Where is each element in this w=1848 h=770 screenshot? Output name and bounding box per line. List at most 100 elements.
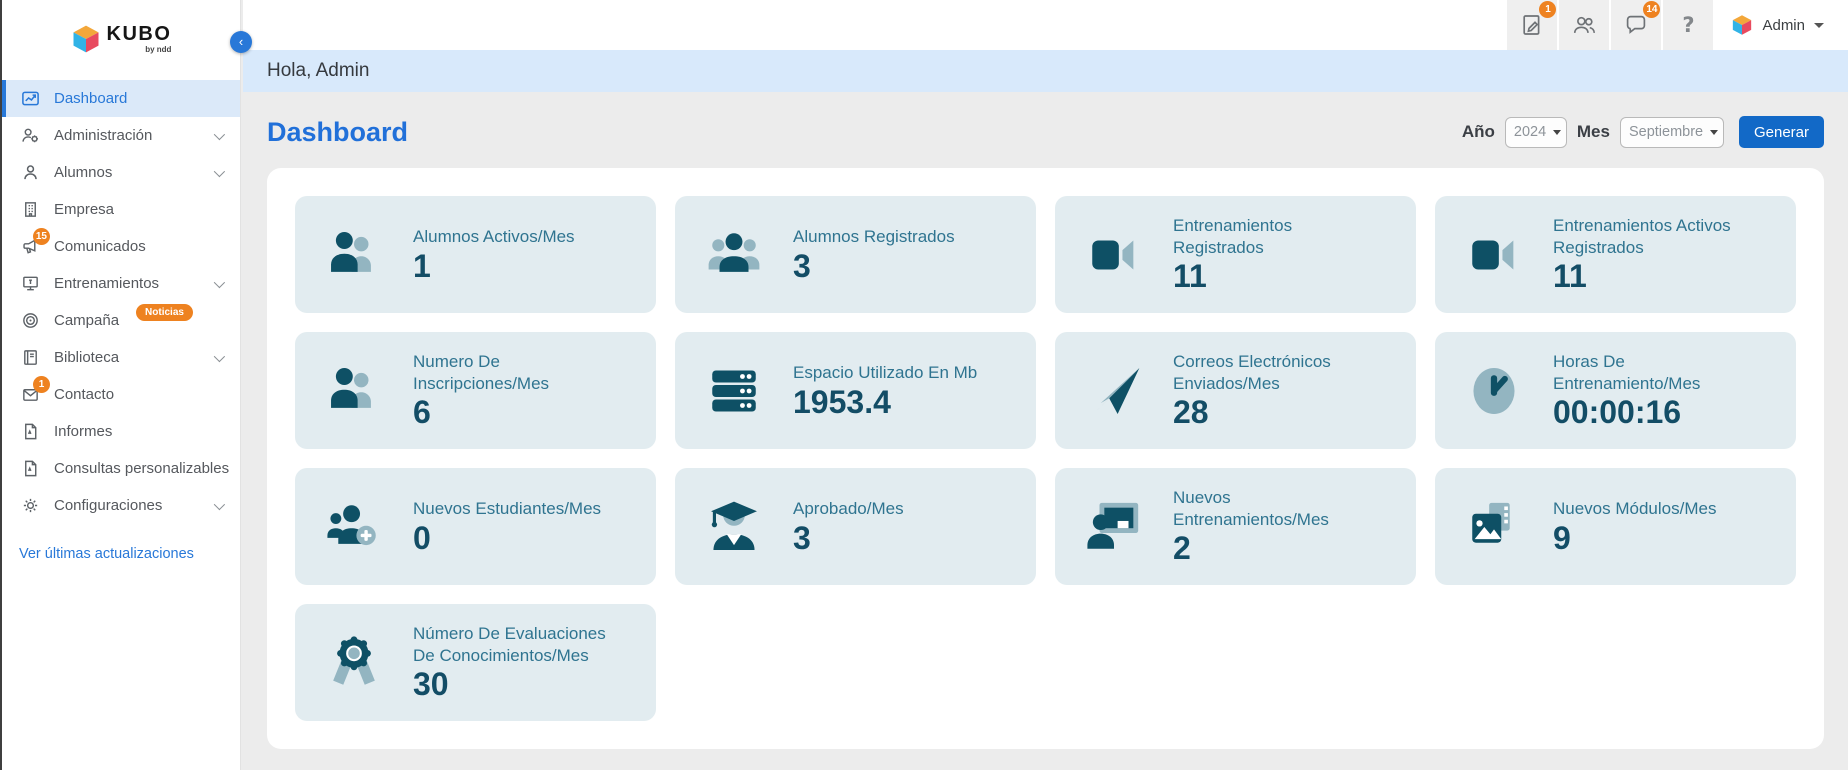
target-icon — [19, 310, 41, 332]
sidebar-item-configuraciones[interactable]: Configuraciones — [2, 487, 240, 524]
sidebar-item-entrenamientos[interactable]: Entrenamientos — [2, 265, 240, 302]
sidebar-item-biblioteca[interactable]: Biblioteca — [2, 339, 240, 376]
admin-menu[interactable]: Admin — [1713, 0, 1848, 50]
brand-name: KUBO — [107, 24, 172, 44]
chevron-down-icon — [214, 276, 225, 287]
video-camera-icon — [1055, 226, 1173, 284]
stat-card-nuevos-modulos: Nuevos Módulos/Mes 9 — [1435, 468, 1796, 585]
stat-value: 11 — [1173, 260, 1370, 294]
stat-value: 11 — [1553, 260, 1750, 294]
stat-card-aprobado: Aprobado/Mes 3 — [675, 468, 1036, 585]
year-select[interactable]: 2024 — [1505, 117, 1567, 148]
contacto-badge: 1 — [33, 376, 50, 393]
sidebar-item-alumnos[interactable]: Alumnos — [2, 154, 240, 191]
stat-value: 6 — [413, 396, 610, 430]
help-button[interactable]: ? — [1663, 0, 1713, 50]
stat-value: 2 — [1173, 532, 1370, 566]
stat-value: 30 — [413, 668, 610, 702]
sidebar-item-label: Dashboard — [54, 90, 127, 107]
updates-link[interactable]: Ver últimas actualizaciones — [19, 546, 240, 562]
stat-label: Espacio Utilizado En Mb — [793, 362, 990, 384]
sidebar-item-label: Administración — [54, 127, 152, 144]
paper-plane-icon — [1055, 362, 1173, 420]
sidebar-item-comunicados[interactable]: 15 Comunicados — [2, 228, 240, 265]
year-value: 2024 — [1514, 124, 1546, 140]
content: Dashboard Año 2024 Mes Septiembre Genera… — [243, 116, 1848, 749]
cube-logo-icon — [1731, 14, 1753, 36]
stat-card-alumnos-activos: Alumnos Activos/Mes 1 — [295, 196, 656, 313]
stat-card-nuevos-entrenamientos: Nuevos Entrenamientos/Mes 2 — [1055, 468, 1416, 585]
sidebar-item-empresa[interactable]: Empresa — [2, 191, 240, 228]
sidebar-item-label: Contacto — [54, 386, 114, 403]
messages-button[interactable]: 14 — [1611, 0, 1661, 50]
user-icon — [19, 162, 41, 184]
cube-logo-icon — [71, 24, 101, 54]
sidebar-item-label: Alumnos — [54, 164, 112, 181]
users-icon — [1572, 13, 1596, 37]
main-area: 1 14 ? Admin Hola, Admin Dashboard Año — [243, 0, 1848, 749]
graduate-icon — [675, 498, 793, 556]
sidebar-item-label: Campaña — [54, 312, 119, 329]
month-select[interactable]: Septiembre — [1620, 117, 1724, 148]
stat-label: Número De Evaluaciones De Conocimientos/… — [413, 623, 610, 667]
notes-button[interactable]: 1 — [1507, 0, 1557, 50]
sidebar-item-label: Configuraciones — [54, 497, 162, 514]
users-two-icon — [295, 226, 413, 284]
stat-card-alumnos-registrados: Alumnos Registrados 3 — [675, 196, 1036, 313]
stat-value: 1953.4 — [793, 386, 990, 420]
sidebar-item-contacto[interactable]: 1 Contacto — [2, 376, 240, 413]
stat-value: 00:00:16 — [1553, 396, 1750, 430]
stat-label: Aprobado/Mes — [793, 498, 990, 520]
stat-value: 9 — [1553, 522, 1750, 556]
month-value: Septiembre — [1629, 124, 1703, 140]
filters: Año 2024 Mes Septiembre Generar — [1462, 116, 1824, 148]
month-label: Mes — [1577, 122, 1610, 142]
video-camera-icon — [1435, 226, 1553, 284]
caret-down-icon — [1814, 23, 1824, 28]
megaphone-icon: 15 — [19, 236, 41, 258]
messages-badge: 14 — [1643, 1, 1660, 18]
sidebar-item-administracion[interactable]: Administración — [2, 117, 240, 154]
chevron-down-icon — [214, 498, 225, 509]
stat-value: 0 — [413, 522, 610, 556]
users-three-icon — [675, 226, 793, 284]
stat-label: Nuevos Módulos/Mes — [1553, 498, 1750, 520]
media-icon — [1435, 498, 1553, 556]
stats-panel: Alumnos Activos/Mes 1 Alumnos Registrado… — [267, 168, 1824, 749]
sidebar-item-campana[interactable]: Campaña Noticias — [2, 302, 240, 339]
stat-card-inscripciones: Numero De Inscripciones/Mes 6 — [295, 332, 656, 449]
brand-byline: by ndd — [145, 46, 171, 54]
year-label: Año — [1462, 122, 1495, 142]
chart-line-icon — [19, 88, 41, 110]
envelope-icon: 1 — [19, 384, 41, 406]
users-button[interactable] — [1559, 0, 1609, 50]
stat-card-entrenamientos-activos: Entrenamientos Activos Registrados 11 — [1435, 196, 1796, 313]
users-two-icon — [295, 362, 413, 420]
clock-icon — [1435, 362, 1553, 420]
stat-card-entrenamientos-registrados: Entrenamientos Registrados 11 — [1055, 196, 1416, 313]
sidebar-item-dashboard[interactable]: Dashboard — [2, 80, 240, 117]
server-icon — [675, 362, 793, 420]
sidebar-item-label: Entrenamientos — [54, 275, 159, 292]
comunicados-badge: 15 — [33, 228, 50, 245]
sidebar-item-informes[interactable]: Informes — [2, 413, 240, 450]
generate-button[interactable]: Generar — [1739, 116, 1824, 148]
stat-value: 3 — [793, 250, 990, 284]
sidebar-collapse-button[interactable]: ‹ — [230, 31, 252, 53]
help-icon: ? — [1682, 13, 1694, 37]
stat-card-evaluaciones: Número De Evaluaciones De Conocimientos/… — [295, 604, 656, 721]
stat-value: 3 — [793, 522, 990, 556]
sidebar-item-consultas[interactable]: Consultas personalizables — [2, 450, 240, 487]
book-icon — [19, 347, 41, 369]
chevron-down-icon — [214, 350, 225, 361]
stat-label: Horas De Entrenamiento/Mes — [1553, 351, 1750, 395]
stat-label: Correos Electrónicos Enviados/Mes — [1173, 351, 1370, 395]
notes-badge: 1 — [1539, 1, 1556, 18]
building-icon — [19, 199, 41, 221]
stat-label: Numero De Inscripciones/Mes — [413, 351, 610, 395]
stat-label: Nuevos Entrenamientos/Mes — [1173, 487, 1370, 531]
chevron-down-icon — [214, 128, 225, 139]
stat-label: Nuevos Estudiantes/Mes — [413, 498, 610, 520]
stat-label: Alumnos Activos/Mes — [413, 226, 610, 248]
document-edit-icon — [1520, 13, 1544, 37]
